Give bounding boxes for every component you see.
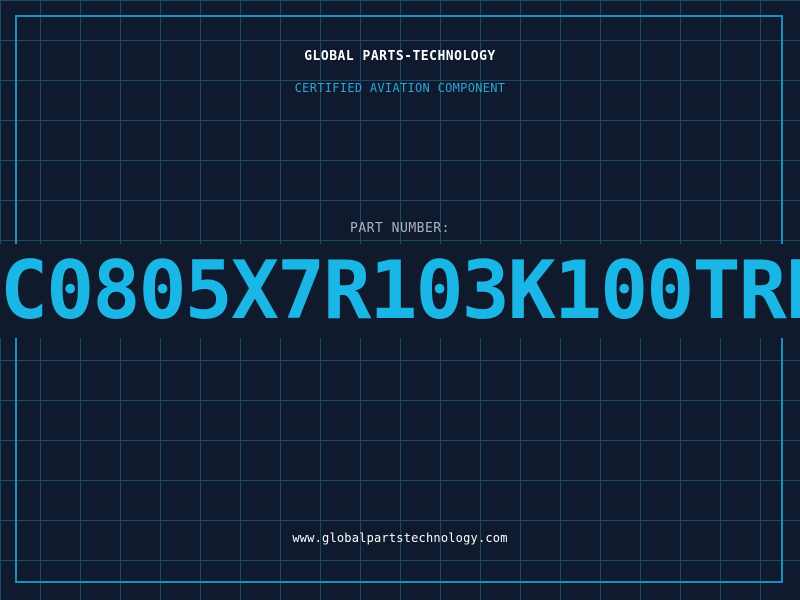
part-number-value: C0805X7R103K100TRP1: [0, 244, 800, 337]
brand-title: GLOBAL PARTS-TECHNOLOGY: [304, 49, 496, 64]
certification-subtitle: CERTIFIED AVIATION COMPONENT: [294, 81, 506, 95]
website-url: www.globalpartstechnology.com: [292, 531, 508, 545]
part-number-label: PART NUMBER:: [350, 221, 450, 236]
part-number-band: C0805X7R103K100TRP1: [0, 244, 800, 338]
